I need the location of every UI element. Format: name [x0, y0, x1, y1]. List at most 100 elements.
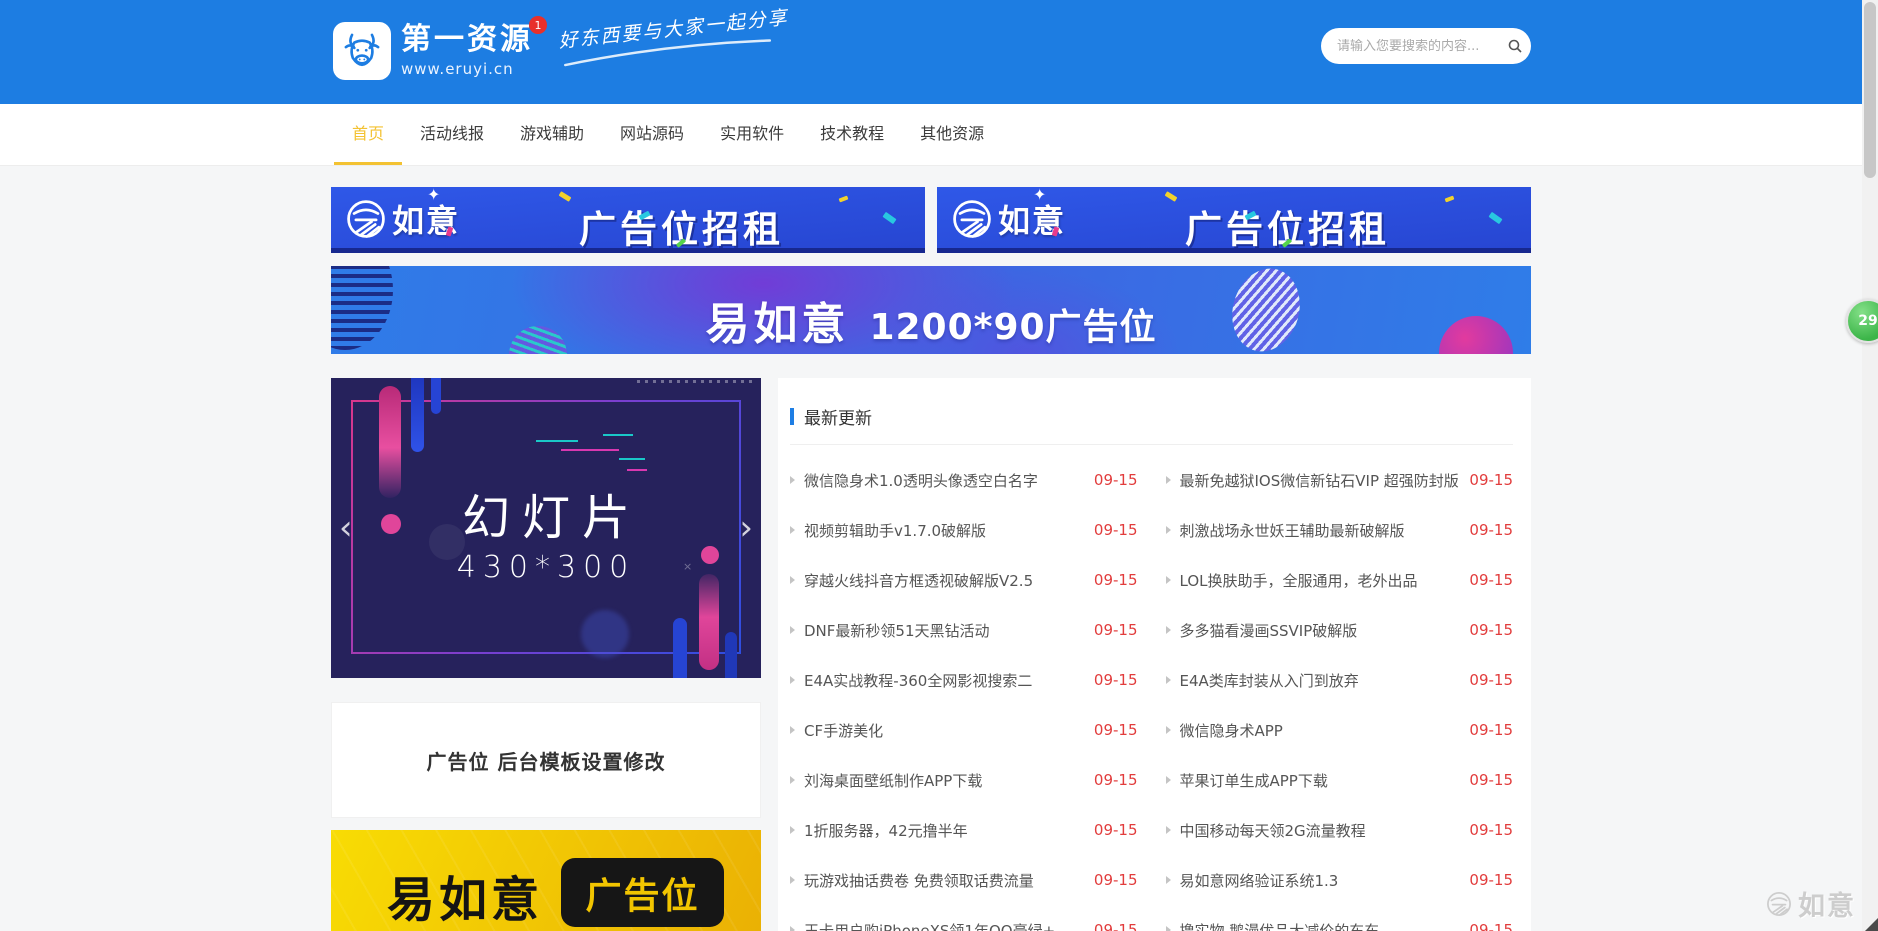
list-item[interactable]: DNF最新秒领51天黑钻活动09-15 — [790, 605, 1138, 655]
list-item[interactable]: 易如意网络验证系统1.309-15 — [1166, 855, 1514, 905]
latest-column: 微信隐身术1.0透明头像透空白名字09-15视频剪辑助手v1.7.0破解版09-… — [790, 455, 1152, 931]
slider-next-icon[interactable]: › — [739, 511, 753, 545]
article-link[interactable]: 1折服务器，42元撸半年 — [804, 820, 1084, 841]
notification-badge: 1 — [529, 16, 547, 34]
list-item[interactable]: 苹果订单生成APP下载 09-15 — [1166, 755, 1514, 805]
list-item[interactable]: 刘海桌面壁纸制作APP下载09-15 — [790, 755, 1138, 805]
main-content: 如意 广告位招租 ✦ — [0, 166, 1862, 931]
article-link[interactable]: LOL换肤助手，全服通用，老外出品 — [1180, 570, 1460, 591]
glitch-line-decor — [561, 449, 619, 451]
list-item[interactable]: 1折服务器，42元撸半年09-15 — [790, 805, 1138, 855]
content-area: 第一资源 1 www.eruyi.cn 好东西要与大家一起分享 — [0, 0, 1862, 931]
site-header: 第一资源 1 www.eruyi.cn 好东西要与大家一起分享 — [0, 0, 1862, 104]
arrow-bullet-icon — [790, 476, 795, 484]
page: 第一资源 1 www.eruyi.cn 好东西要与大家一起分享 — [0, 0, 1878, 931]
article-link[interactable]: 王卡用户购iPhoneXS领1年QQ豪绿+腾讯 — [804, 920, 1084, 931]
watermark-text: 如意 — [1798, 884, 1856, 923]
corner-resize-icon[interactable] — [1865, 918, 1878, 931]
arrow-bullet-icon — [1166, 776, 1171, 784]
article-date: 09-15 — [1094, 721, 1138, 739]
arrow-bullet-icon — [1166, 826, 1171, 834]
list-item[interactable]: 刺激战场永世妖王辅助最新破解版09-15 — [1166, 505, 1514, 555]
ad-placeholder-box[interactable]: 广告位 后台模板设置修改 — [331, 702, 761, 818]
scrollbar-thumb[interactable] — [1864, 2, 1876, 178]
blob-decor — [581, 610, 629, 658]
article-link[interactable]: 苹果订单生成APP下载 — [1180, 770, 1460, 791]
nav-item[interactable]: 游戏辅助 — [502, 104, 602, 165]
article-link[interactable]: 穿越火线抖音方框透视破解版V2.5 — [804, 570, 1084, 591]
pill-decor — [431, 378, 441, 414]
glitch-line-decor — [603, 434, 633, 436]
list-item[interactable]: 穿越火线抖音方框透视破解版V2.5 09-15 — [790, 555, 1138, 605]
latest-list: 微信隐身术1.0透明头像透空白名字09-15视频剪辑助手v1.7.0破解版09-… — [790, 445, 1513, 931]
list-item[interactable]: E4A类库封装从入门到放弃 09-15 — [1166, 655, 1514, 705]
arrow-bullet-icon — [790, 876, 795, 884]
article-link[interactable]: CF手游美化 — [804, 720, 1084, 741]
list-item[interactable]: LOL换肤助手，全服通用，老外出品09-15 — [1166, 555, 1514, 605]
article-link[interactable]: DNF最新秒领51天黑钻活动 — [804, 620, 1084, 641]
article-link[interactable]: 多多猫看漫画SSVIP破解版 — [1180, 620, 1460, 641]
list-item[interactable]: 微信隐身术APP09-15 — [1166, 705, 1514, 755]
search-input[interactable] — [1337, 39, 1507, 54]
ad-banner-rent-right[interactable]: 如意 广告位招租 ✦ — [937, 187, 1531, 253]
article-link[interactable]: 视频剪辑助手v1.7.0破解版 — [804, 520, 1084, 541]
arrow-bullet-icon — [790, 526, 795, 534]
article-link[interactable]: 玩游戏抽话费卷 免费领取话费流量 — [804, 870, 1084, 891]
arrow-bullet-icon — [790, 676, 795, 684]
article-date: 09-15 — [1469, 821, 1513, 839]
nav-item[interactable]: 实用软件 — [702, 104, 802, 165]
nav-item[interactable]: 首页 — [334, 104, 402, 165]
nav-item[interactable]: 技术教程 — [802, 104, 902, 165]
slideshow[interactable]: × 幻灯片 430*300 ‹ › — [331, 378, 761, 678]
scrollbar[interactable] — [1862, 0, 1878, 931]
list-item[interactable]: E4A实战教程-360全网影视搜索二09-15 — [790, 655, 1138, 705]
article-link[interactable]: 撸实物 鹅漫优品大减价的东东 — [1180, 920, 1460, 931]
article-link[interactable]: E4A实战教程-360全网影视搜索二 — [804, 670, 1084, 691]
nav-item[interactable]: 其他资源 — [902, 104, 1002, 165]
nav-item[interactable]: 活动线报 — [402, 104, 502, 165]
article-link[interactable]: 刺激战场永世妖王辅助最新破解版 — [1180, 520, 1460, 541]
list-item[interactable]: CF手游美化 09-15 — [790, 705, 1138, 755]
latest-updates-card: 最新更新 微信隐身术1.0透明头像透空白名字09-15视频剪辑助手v1.7.0破… — [778, 378, 1531, 931]
confetti-icon — [882, 212, 896, 224]
nav-item[interactable]: 网站源码 — [602, 104, 702, 165]
article-link[interactable]: 易如意网络验证系统1.3 — [1180, 870, 1460, 891]
article-date: 09-15 — [1469, 771, 1513, 789]
article-date: 09-15 — [1094, 571, 1138, 589]
article-link[interactable]: 中国移动每天领2G流量教程 — [1180, 820, 1460, 841]
list-item[interactable]: 最新免越狱IOS微信新钻石VIP 超强防封版09-15 — [1166, 455, 1514, 505]
article-date: 09-15 — [1469, 671, 1513, 689]
ad-banner-row: 如意 广告位招租 ✦ — [331, 187, 1531, 253]
arrow-bullet-icon — [1166, 926, 1171, 931]
list-item[interactable]: 撸实物 鹅漫优品大减价的东东09-15 — [1166, 905, 1514, 931]
pill-decor — [673, 618, 687, 678]
yellow-ad-tag: 广告位 — [561, 858, 724, 927]
nav-menu: 首页活动线报游戏辅助网站源码实用软件技术教程其他资源 — [334, 104, 1531, 165]
list-item[interactable]: 多多猫看漫画SSVIP破解版09-15 — [1166, 605, 1514, 655]
article-link[interactable]: 刘海桌面壁纸制作APP下载 — [804, 770, 1084, 791]
confetti-icon — [559, 191, 572, 202]
list-item[interactable]: 中国移动每天领2G流量教程 09-15 — [1166, 805, 1514, 855]
search-icon[interactable] — [1507, 36, 1523, 56]
article-link[interactable]: 微信隐身术APP — [1180, 720, 1460, 741]
wide-ad-size: 1200*90广告位 — [869, 298, 1156, 350]
site-logo[interactable]: 第一资源 1 www.eruyi.cn — [333, 22, 533, 80]
list-item[interactable]: 微信隐身术1.0透明头像透空白名字09-15 — [790, 455, 1138, 505]
article-link[interactable]: E4A类库封装从入门到放弃 — [1180, 670, 1460, 691]
card-header: 最新更新 — [790, 378, 1513, 429]
list-item[interactable]: 视频剪辑助手v1.7.0破解版09-15 — [790, 505, 1138, 555]
ad-banner-yellow[interactable]: 易如意 广告位 — [331, 830, 761, 931]
arrow-bullet-icon — [1166, 676, 1171, 684]
ad-banner-wide[interactable]: 易如意 1200*90广告位 — [331, 266, 1531, 354]
list-item[interactable]: 玩游戏抽话费卷 免费领取话费流量09-15 — [790, 855, 1138, 905]
slider-prev-icon[interactable]: ‹ — [339, 511, 353, 545]
article-link[interactable]: 最新免越狱IOS微信新钻石VIP 超强防封版 — [1180, 470, 1460, 491]
site-url: www.eruyi.cn — [401, 60, 533, 78]
glitch-line-decor — [619, 458, 645, 460]
confetti-icon — [1488, 212, 1502, 224]
ad-banner-rent-left[interactable]: 如意 广告位招租 ✦ — [331, 187, 925, 253]
wide-ad-brand: 易如意 — [705, 288, 849, 352]
article-link[interactable]: 微信隐身术1.0透明头像透空白名字 — [804, 470, 1084, 491]
list-item[interactable]: 王卡用户购iPhoneXS领1年QQ豪绿+腾讯09-15 — [790, 905, 1138, 931]
slide-size: 430*300 — [331, 550, 761, 585]
